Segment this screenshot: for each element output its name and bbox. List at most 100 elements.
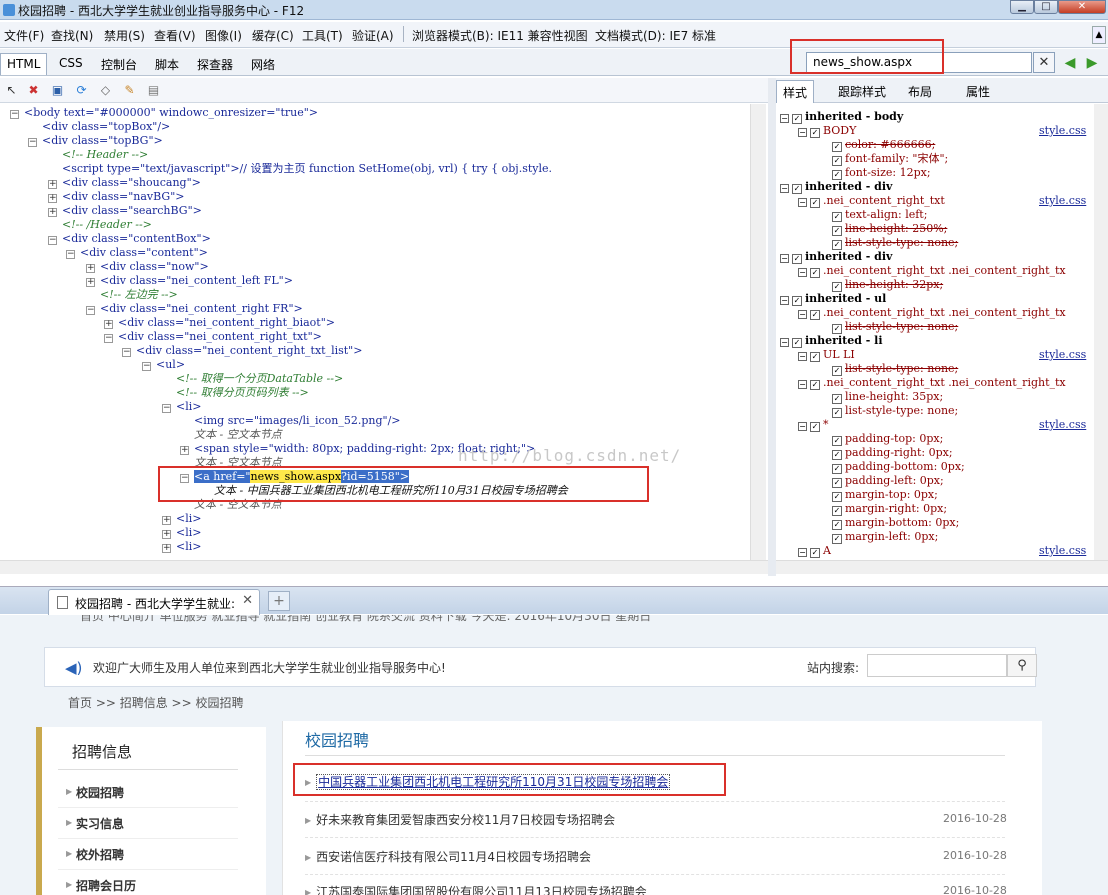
collapse-icon[interactable]: − <box>780 254 789 263</box>
style-property[interactable]: ✓ list-style-type: none; <box>832 320 958 334</box>
minimize-button[interactable]: ▁ <box>1010 0 1034 14</box>
word-wrap-icon[interactable]: ◇ <box>97 82 114 99</box>
clear-search-icon[interactable]: ✕ <box>1033 52 1055 73</box>
style-property[interactable]: ✓ color: #666666; <box>832 138 935 152</box>
checkbox[interactable]: ✓ <box>832 142 842 152</box>
dom-node[interactable]: <div class="shoucang"> <box>62 176 201 190</box>
style-rule-selector[interactable]: − ✓ .nei_content_right_txt .nei_content_ri… <box>798 264 1066 278</box>
next-match-icon[interactable]: ▶ <box>1084 55 1100 71</box>
style-rule-selector[interactable]: − ✓ * <box>798 418 829 432</box>
dom-node[interactable]: <body text="#000000" windowc_onresizer="… <box>24 106 318 120</box>
dom-text-node[interactable]: 文本 - 空文本节点 <box>194 428 282 442</box>
collapse-icon[interactable]: − <box>798 268 807 277</box>
tab-trace-styles[interactable]: 跟踪样式 <box>838 83 886 100</box>
dom-view-icon[interactable]: ▤ <box>145 82 162 99</box>
sidebar-item-calendar[interactable]: 招聘会日历 <box>76 877 136 894</box>
tab-styles[interactable]: 样式 <box>776 80 815 103</box>
menu-disable[interactable]: 禁用(S) <box>104 27 145 44</box>
checkbox[interactable]: ✓ <box>832 478 842 488</box>
news-link[interactable]: 西安诺信医疗科技有限公司11月4日校园专场招聘会 <box>316 850 591 864</box>
style-property[interactable]: ✓ line-height: 35px; <box>832 390 943 404</box>
collapse-icon[interactable]: − <box>798 422 807 431</box>
style-group-header[interactable]: − ✓ inherited - div <box>780 250 892 264</box>
checkbox[interactable]: ✓ <box>810 198 820 208</box>
horizontal-scrollbar[interactable] <box>776 560 1108 574</box>
checkbox[interactable]: ✓ <box>832 366 842 376</box>
style-property[interactable]: ✓ font-family: "宋体"; <box>832 152 948 166</box>
expand-icon[interactable]: + <box>162 530 171 539</box>
menu-images[interactable]: 图像(I) <box>205 27 242 44</box>
dom-node[interactable]: <li> <box>176 526 201 540</box>
dom-node[interactable]: <script type="text/javascript">// 设置为主页 … <box>62 162 552 176</box>
expand-icon[interactable]: + <box>48 180 57 189</box>
collapse-icon[interactable]: − <box>142 362 151 371</box>
style-rule-selector[interactable]: − ✓ .nei_content_right_txt .nei_content_ri… <box>798 306 1066 320</box>
sidebar-item-internship[interactable]: 实习信息 <box>76 815 124 832</box>
collapse-icon[interactable]: − <box>780 296 789 305</box>
style-property[interactable]: ✓ margin-left: 0px; <box>832 530 938 544</box>
collapse-icon[interactable]: − <box>66 250 75 259</box>
style-rule-selector[interactable]: − ✓ BODY <box>798 124 856 138</box>
collapse-icon[interactable]: − <box>798 310 807 319</box>
browser-tab[interactable]: 校园招聘 - 西北大学学生就业: ✕ <box>48 589 260 615</box>
checkbox[interactable]: ✓ <box>792 254 802 264</box>
style-group-header[interactable]: − ✓ inherited - li <box>780 334 883 348</box>
style-property[interactable]: ✓ padding-top: 0px; <box>832 432 943 446</box>
dom-node[interactable]: <div class="topBG"> <box>42 134 163 148</box>
style-property[interactable]: ✓ margin-bottom: 0px; <box>832 516 959 530</box>
checkbox[interactable]: ✓ <box>810 380 820 390</box>
dom-node[interactable]: <ul> <box>156 358 185 372</box>
checkbox[interactable]: ✓ <box>832 156 842 166</box>
close-tab-icon[interactable]: ✕ <box>242 593 253 608</box>
style-property[interactable]: ✓ line-height: 250%; <box>832 222 947 236</box>
dom-node[interactable]: <div class="topBox"/> <box>42 120 170 134</box>
previous-match-icon[interactable]: ◀ <box>1062 55 1078 71</box>
expand-icon[interactable]: + <box>48 208 57 217</box>
collapse-icon[interactable]: − <box>162 404 171 413</box>
tab-html[interactable]: HTML <box>0 53 48 75</box>
checkbox[interactable]: ✓ <box>832 226 842 236</box>
expand-icon[interactable]: + <box>86 264 95 273</box>
dom-node[interactable]: <li> <box>176 512 201 526</box>
expand-icon[interactable]: + <box>162 516 171 525</box>
style-property[interactable]: ✓ padding-left: 0px; <box>832 474 944 488</box>
checkbox[interactable]: ✓ <box>832 170 842 180</box>
style-property[interactable]: ✓ padding-bottom: 0px; <box>832 460 965 474</box>
menu-browser-mode[interactable]: 浏览器模式(B): IE11 兼容性视图 <box>412 27 588 44</box>
dom-node[interactable]: <li> <box>176 540 201 554</box>
tab-network[interactable]: 网络 <box>245 53 281 75</box>
close-button[interactable]: ✕ <box>1058 0 1106 14</box>
dom-comment[interactable]: <!-- 取得分页页码列表 --> <box>176 386 309 400</box>
expand-icon[interactable]: + <box>180 446 189 455</box>
clear-highlight-icon[interactable]: ✖ <box>25 82 42 99</box>
style-property[interactable]: ✓ line-height: 32px; <box>832 278 943 292</box>
checkbox[interactable]: ✓ <box>810 548 820 558</box>
style-rule-selector[interactable]: − ✓ .nei_content_right_txt .nei_content_ri… <box>798 376 1066 390</box>
style-rule-selector[interactable]: − ✓ UL LI <box>798 348 855 362</box>
style-group-header[interactable]: − ✓ inherited - ul <box>780 292 886 306</box>
menu-validate[interactable]: 验证(A) <box>352 27 394 44</box>
collapse-icon[interactable]: − <box>780 114 789 123</box>
collapse-icon[interactable]: − <box>780 184 789 193</box>
style-rule-selector[interactable]: − ✓ A <box>798 544 831 558</box>
menu-scroll-icon[interactable]: ▲ <box>1092 26 1106 44</box>
menu-find[interactable]: 查找(N) <box>51 27 93 44</box>
style-rule-selector[interactable]: − ✓ .nei_content_right_txt <box>798 194 945 208</box>
dom-comment[interactable]: <!-- 左边完 --> <box>100 288 178 302</box>
tab-console[interactable]: 控制台 <box>95 53 143 75</box>
tab-layout[interactable]: 布局 <box>908 83 932 100</box>
checkbox[interactable]: ✓ <box>832 282 842 292</box>
dom-node[interactable]: <div class="nei_content_right_txt_list"> <box>136 344 362 358</box>
sidebar-item-campus[interactable]: 校园招聘 <box>76 784 124 801</box>
checkbox[interactable]: ✓ <box>832 394 842 404</box>
dom-node[interactable]: <div class="nei_content_right_txt"> <box>118 330 322 344</box>
collapse-icon[interactable]: − <box>798 128 807 137</box>
dom-node[interactable]: <div class="now"> <box>100 260 209 274</box>
style-group-header[interactable]: − ✓ inherited - div <box>780 180 892 194</box>
checkbox[interactable]: ✓ <box>832 324 842 334</box>
expand-icon[interactable]: + <box>48 194 57 203</box>
dom-node[interactable]: <div class="searchBG"> <box>62 204 202 218</box>
pane-splitter[interactable] <box>768 78 776 576</box>
dom-node[interactable]: <li> <box>176 400 201 414</box>
collapse-icon[interactable]: − <box>86 306 95 315</box>
